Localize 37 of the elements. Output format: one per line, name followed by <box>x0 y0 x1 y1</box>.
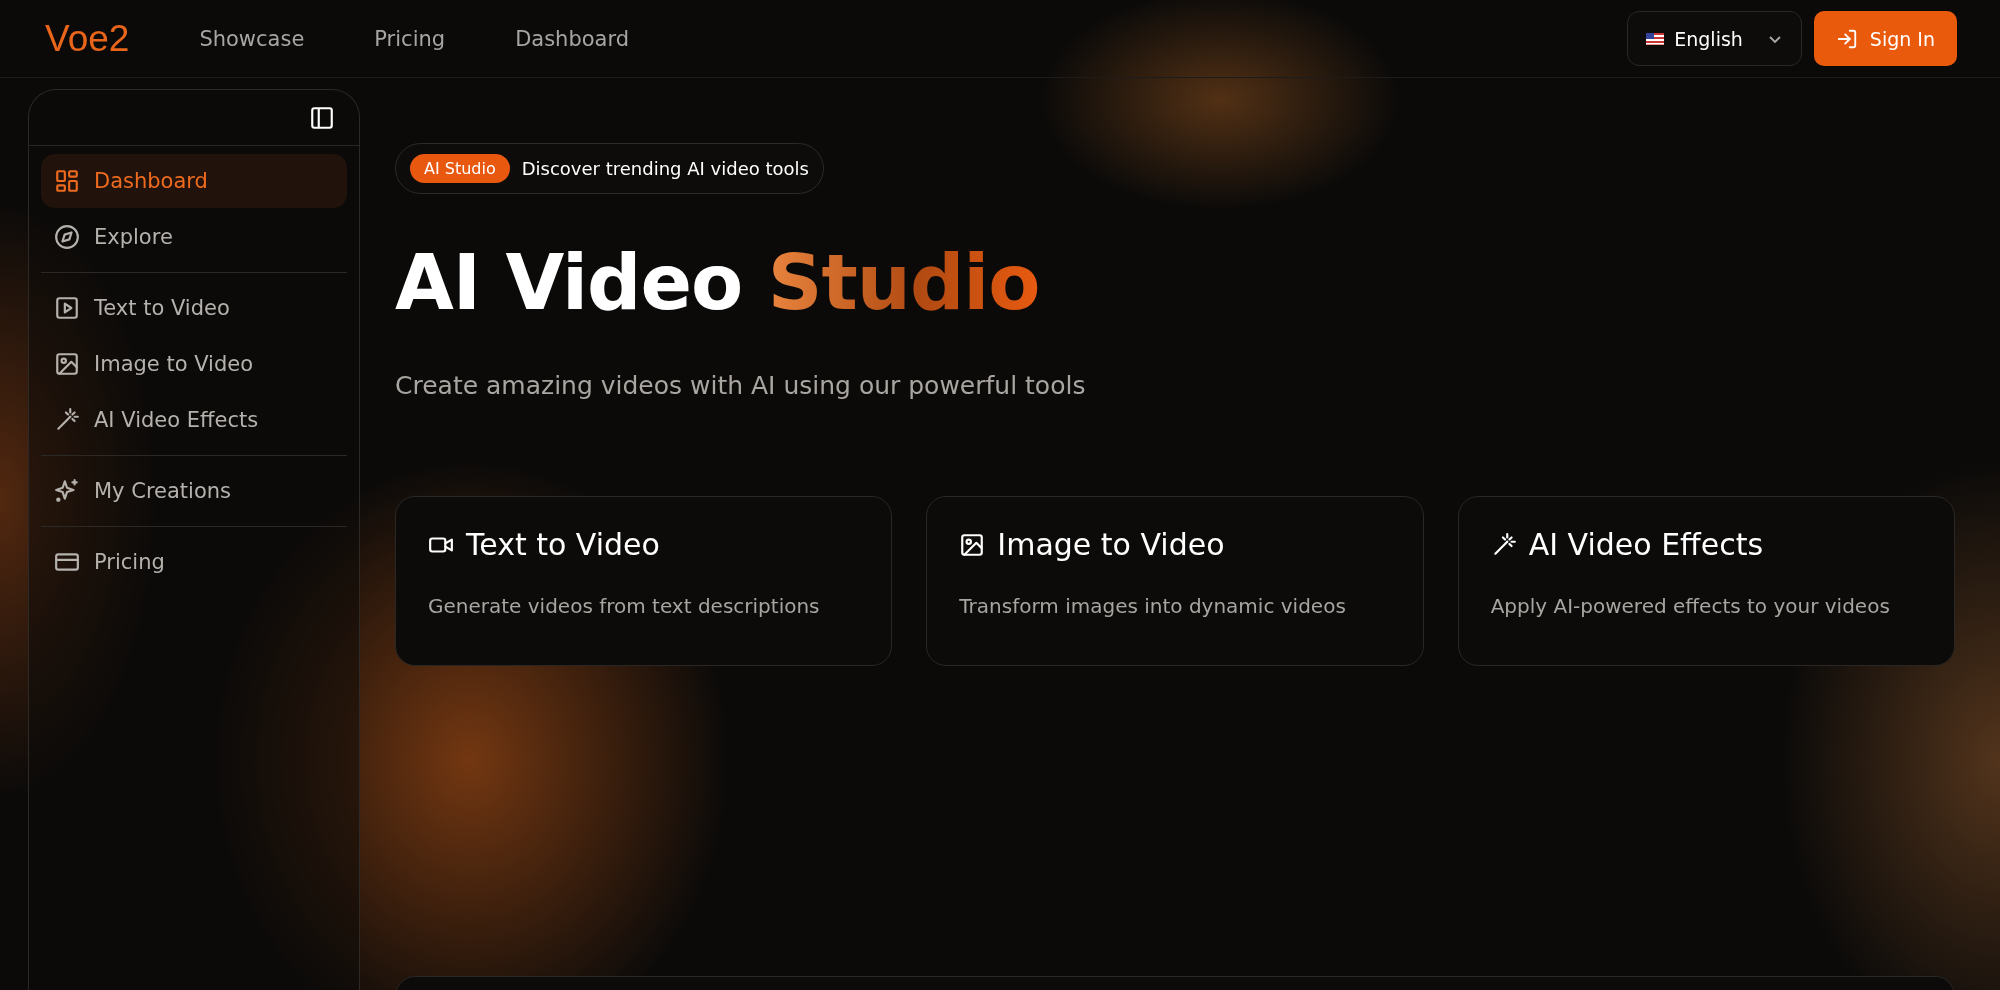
page-subtitle: Create amazing videos with AI using our powerful tools <box>395 371 1087 400</box>
page-title: AI Video Studio <box>395 238 1041 327</box>
nav-link[interactable]: Pricing <box>374 26 446 51</box>
sidebar-item[interactable]: Pricing <box>41 535 347 589</box>
pill-text: Discover trending AI video tools <box>521 158 809 179</box>
announcement-pill[interactable]: AI Studio Discover trending AI video tools <box>395 143 824 194</box>
nav-link[interactable]: Showcase <box>199 26 305 51</box>
sign-in-icon <box>1835 27 1858 50</box>
sidebar-item[interactable]: Explore <box>41 210 347 264</box>
card-description: Apply AI-powered effects to your videos <box>1490 594 1891 618</box>
sidebar-item[interactable]: My Creations <box>41 464 347 518</box>
sidebar-item[interactable]: Image to Video <box>41 337 347 391</box>
sparkle-icon <box>54 478 80 504</box>
magic-wand-icon <box>54 407 80 433</box>
sidebar-item[interactable]: AI Video Effects <box>41 393 347 447</box>
logo[interactable]: Voe2 <box>45 17 130 60</box>
card-description: Transform images into dynamic videos <box>959 594 1347 618</box>
grid-icon <box>54 168 80 194</box>
nav-link[interactable]: Dashboard <box>515 26 630 51</box>
play-icon <box>54 295 80 321</box>
image-icon <box>54 351 80 377</box>
card-title: Text to Video <box>466 527 660 562</box>
sidebar-item[interactable]: Text to Video <box>41 281 347 335</box>
tool-card[interactable]: AI Video Effects Apply AI-powered effects to your videos <box>1457 496 1955 666</box>
tool-card[interactable]: Image to Video Transform images into dynamic videos <box>926 496 1424 666</box>
language-selector[interactable]: English <box>1627 11 1802 66</box>
card-title: Image to Video <box>997 527 1225 562</box>
sign-in-button[interactable]: Sign In <box>1813 11 1957 66</box>
card-title: AI Video Effects <box>1528 527 1764 562</box>
card-description: Generate videos from text descriptions <box>428 594 821 618</box>
badge: AI Studio <box>410 154 510 183</box>
flag-icon <box>1646 32 1665 45</box>
tool-card[interactable]: Text to Video Generate videos from text descriptions <box>395 496 893 666</box>
compass-icon <box>54 224 80 250</box>
sidebar-toggle-icon[interactable] <box>309 104 335 131</box>
sidebar-item[interactable]: Dashboard <box>41 154 347 208</box>
image-icon <box>959 531 986 558</box>
